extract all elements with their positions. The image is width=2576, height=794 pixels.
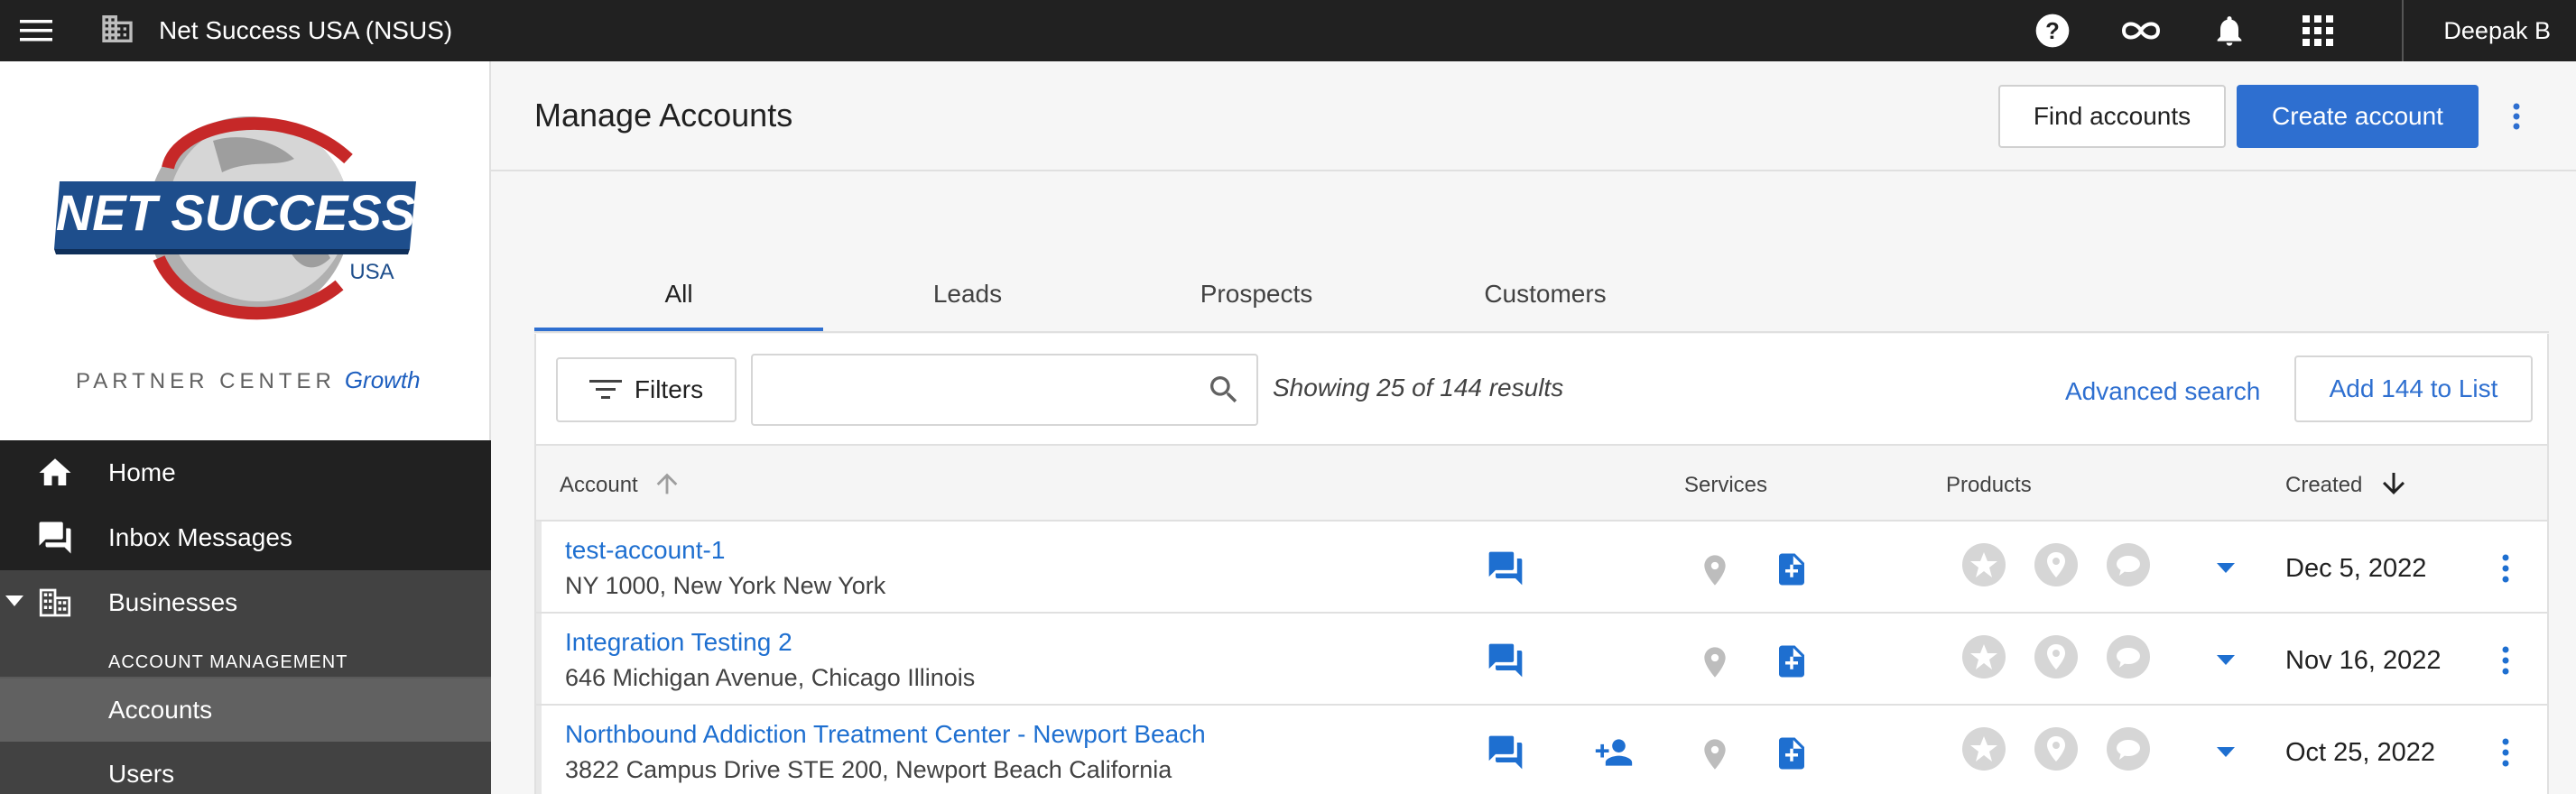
building-icon: [99, 11, 135, 51]
add-user-icon[interactable]: [1592, 733, 1635, 772]
table-row[interactable]: Northbound Addiction Treatment Center - …: [536, 706, 2547, 794]
sidebar-nav: Home Inbox Messages Businesses ACCOUNT M…: [0, 440, 491, 794]
listing-product-icon[interactable]: [2033, 725, 2080, 772]
growth-label: Growth: [344, 366, 421, 393]
menu-icon[interactable]: [0, 0, 72, 61]
sort-up-icon[interactable]: [652, 467, 682, 500]
add-document-icon[interactable]: [1773, 733, 1811, 774]
results-count: Showing 25 of 144 results: [1273, 374, 1564, 402]
row-more-icon[interactable]: [2502, 738, 2509, 767]
nav-section-title: ACCOUNT MANAGEMENT: [108, 652, 348, 672]
account-address: 3822 Campus Drive STE 200, Newport Beach…: [565, 756, 1172, 783]
location-pin-icon[interactable]: [1697, 642, 1733, 682]
home-icon: [0, 454, 108, 492]
sidebar-item-label: Businesses: [108, 588, 238, 616]
location-pin-icon[interactable]: [1697, 734, 1733, 774]
accounts-card: Filters Showing 25 of 144 results Advanc…: [534, 334, 2549, 794]
star-product-icon[interactable]: [1960, 633, 2007, 680]
chat-icon[interactable]: [1486, 549, 1525, 588]
account-address: 646 Michigan Avenue, Chicago Illinois: [565, 664, 976, 691]
account-name-link[interactable]: test-account-1: [565, 536, 725, 565]
infinity-icon[interactable]: [2097, 0, 2185, 61]
svg-text:?: ?: [2046, 19, 2061, 44]
star-product-icon[interactable]: [1960, 541, 2007, 588]
logo-sub: USA: [349, 260, 394, 284]
tab-prospects[interactable]: Prospects: [1112, 256, 1401, 332]
more-vert-icon[interactable]: [2498, 94, 2534, 139]
sidebar-item-users[interactable]: Users: [0, 742, 491, 794]
logo-area: NET SUCCESS USA PARTNER CENTER Growth: [0, 61, 489, 440]
sidebar: NET SUCCESS USA PARTNER CENTER Growth Hom…: [0, 61, 491, 794]
location-pin-icon[interactable]: [1697, 550, 1733, 590]
social-product-icon[interactable]: [2105, 725, 2152, 772]
created-date: Nov 16, 2022: [2285, 646, 2442, 675]
user-menu[interactable]: Deepak B: [2404, 17, 2576, 45]
tab-customers[interactable]: Customers: [1401, 256, 1690, 332]
column-account[interactable]: Account: [560, 473, 638, 498]
caret-down-icon: [5, 596, 23, 606]
inbox-icon: [0, 519, 108, 557]
sidebar-item-inbox[interactable]: Inbox Messages: [0, 505, 491, 570]
add-to-list-button[interactable]: Add 144 to List: [2294, 355, 2533, 422]
search-box: [751, 354, 1258, 426]
table-row[interactable]: Integration Testing 2 646 Michigan Avenu…: [536, 614, 2547, 706]
star-product-icon[interactable]: [1960, 725, 2007, 772]
chevron-down-icon[interactable]: [2217, 655, 2235, 666]
bell-icon[interactable]: [2185, 0, 2274, 61]
tab-all[interactable]: All: [534, 256, 823, 332]
filters-button[interactable]: Filters: [556, 357, 737, 422]
sidebar-subnav: ACCOUNT MANAGEMENT Accounts Users: [0, 635, 491, 794]
account-name-link[interactable]: Northbound Addiction Treatment Center - …: [565, 720, 1206, 749]
create-account-button[interactable]: Create account: [2237, 85, 2479, 148]
tab-leads[interactable]: Leads: [823, 256, 1112, 332]
page-header: Manage Accounts Find accounts Create acc…: [491, 61, 2576, 171]
org-name: Net Success USA (NSUS): [159, 16, 453, 44]
search-input[interactable]: [753, 355, 1186, 424]
chat-icon[interactable]: [1486, 733, 1525, 772]
listing-product-icon[interactable]: [2033, 633, 2080, 680]
help-icon[interactable]: ?: [2008, 0, 2097, 61]
top-bar: Net Success USA (NSUS) ? Deepak B: [0, 0, 2576, 61]
account-address: NY 1000, New York New York: [565, 572, 886, 599]
column-products: Products: [1946, 473, 2032, 497]
row-more-icon[interactable]: [2502, 554, 2509, 583]
table-row[interactable]: test-account-1 NY 1000, New York New Yor…: [536, 522, 2547, 614]
filters-label: Filters: [634, 375, 704, 403]
social-product-icon[interactable]: [2105, 541, 2152, 588]
chat-icon[interactable]: [1486, 641, 1525, 680]
account-name-link[interactable]: Integration Testing 2: [565, 628, 792, 657]
filter-icon: [588, 380, 622, 399]
table-toolbar: Filters Showing 25 of 144 results Advanc…: [536, 334, 2547, 446]
logo-text: NET SUCCESS: [56, 184, 415, 241]
apps-grid-icon[interactable]: [2274, 0, 2362, 61]
sidebar-item-businesses[interactable]: Businesses: [0, 570, 491, 635]
org-switcher[interactable]: Net Success USA (NSUS): [99, 11, 452, 51]
sidebar-item-label: Home: [108, 458, 176, 486]
sidebar-item-accounts[interactable]: Accounts: [0, 677, 491, 742]
column-services: Services: [1684, 473, 1768, 497]
advanced-search-link[interactable]: Advanced search: [2065, 377, 2260, 406]
add-document-icon[interactable]: [1773, 641, 1811, 682]
column-created[interactable]: Created: [2285, 473, 2362, 498]
page-title: Manage Accounts: [534, 97, 793, 134]
find-accounts-button[interactable]: Find accounts: [1998, 85, 2226, 148]
add-document-icon[interactable]: [1773, 549, 1811, 590]
tabs-divider: [534, 331, 2549, 333]
main-content: Manage Accounts Find accounts Create acc…: [491, 61, 2576, 794]
social-product-icon[interactable]: [2105, 633, 2152, 680]
listing-product-icon[interactable]: [2033, 541, 2080, 588]
chevron-down-icon[interactable]: [2217, 747, 2235, 758]
table-header: Account Services Products Created: [536, 446, 2547, 522]
sidebar-item-home[interactable]: Home: [0, 440, 491, 505]
search-icon[interactable]: [1206, 372, 1242, 412]
chevron-down-icon[interactable]: [2217, 563, 2235, 574]
partner-center-label: PARTNER CENTER Growth: [76, 366, 421, 393]
sort-down-icon[interactable]: [2377, 467, 2410, 500]
created-date: Oct 25, 2022: [2285, 738, 2436, 767]
row-more-icon[interactable]: [2502, 646, 2509, 675]
created-date: Dec 5, 2022: [2285, 554, 2427, 583]
sidebar-item-label: Inbox Messages: [108, 523, 292, 551]
net-success-logo: NET SUCCESS USA: [54, 116, 416, 320]
account-tabs: All Leads Prospects Customers: [534, 256, 1690, 332]
